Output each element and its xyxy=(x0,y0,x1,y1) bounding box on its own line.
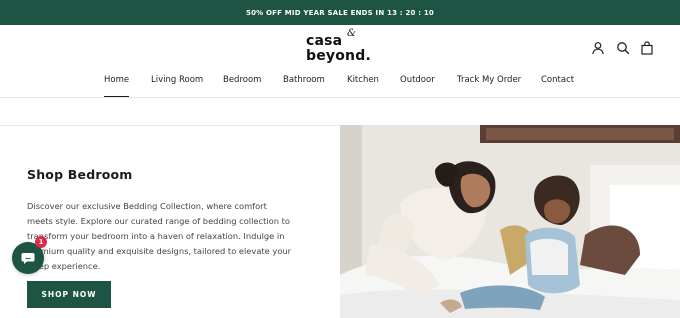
brand-logo[interactable]: casa & beyond. xyxy=(301,28,381,65)
logo-line-2: beyond. xyxy=(306,48,371,64)
section-description: Discover our exclusive Bedding Collectio… xyxy=(27,201,292,271)
shop-now-button[interactable]: SHOP NOW xyxy=(27,281,111,308)
nav-item-bathroom[interactable]: Bathroom xyxy=(283,75,325,85)
announcement-text: 50% OFF MID YEAR SALE ENDS IN 13 : 20 : … xyxy=(246,8,434,17)
logo-ampersand: & xyxy=(347,28,356,39)
shopping-bag-icon[interactable] xyxy=(640,41,654,55)
announcement-bar: 50% OFF MID YEAR SALE ENDS IN 13 : 20 : … xyxy=(0,0,680,25)
account-icon[interactable] xyxy=(591,41,605,55)
section-title: Shop Bedroom xyxy=(27,167,133,182)
chat-bubble-icon xyxy=(21,253,35,264)
site-header: casa & beyond. Home Living Room Bedroom … xyxy=(0,25,680,98)
nav-item-living-room[interactable]: Living Room xyxy=(151,75,203,85)
nav-item-contact[interactable]: Contact xyxy=(541,75,574,85)
logo-line-1: casa xyxy=(306,33,343,49)
nav-item-outdoor[interactable]: Outdoor xyxy=(400,75,435,85)
search-icon[interactable] xyxy=(616,41,630,55)
hero-bedroom-image xyxy=(340,125,680,318)
nav-item-kitchen[interactable]: Kitchen xyxy=(347,75,379,85)
nav-item-track-my-order[interactable]: Track My Order xyxy=(457,75,521,85)
nav-item-bedroom[interactable]: Bedroom xyxy=(223,75,261,85)
main-nav: Home Living Room Bedroom Bathroom Kitche… xyxy=(0,75,680,97)
nav-item-home[interactable]: Home xyxy=(104,75,130,97)
chat-notification-badge: 1 xyxy=(35,236,47,248)
